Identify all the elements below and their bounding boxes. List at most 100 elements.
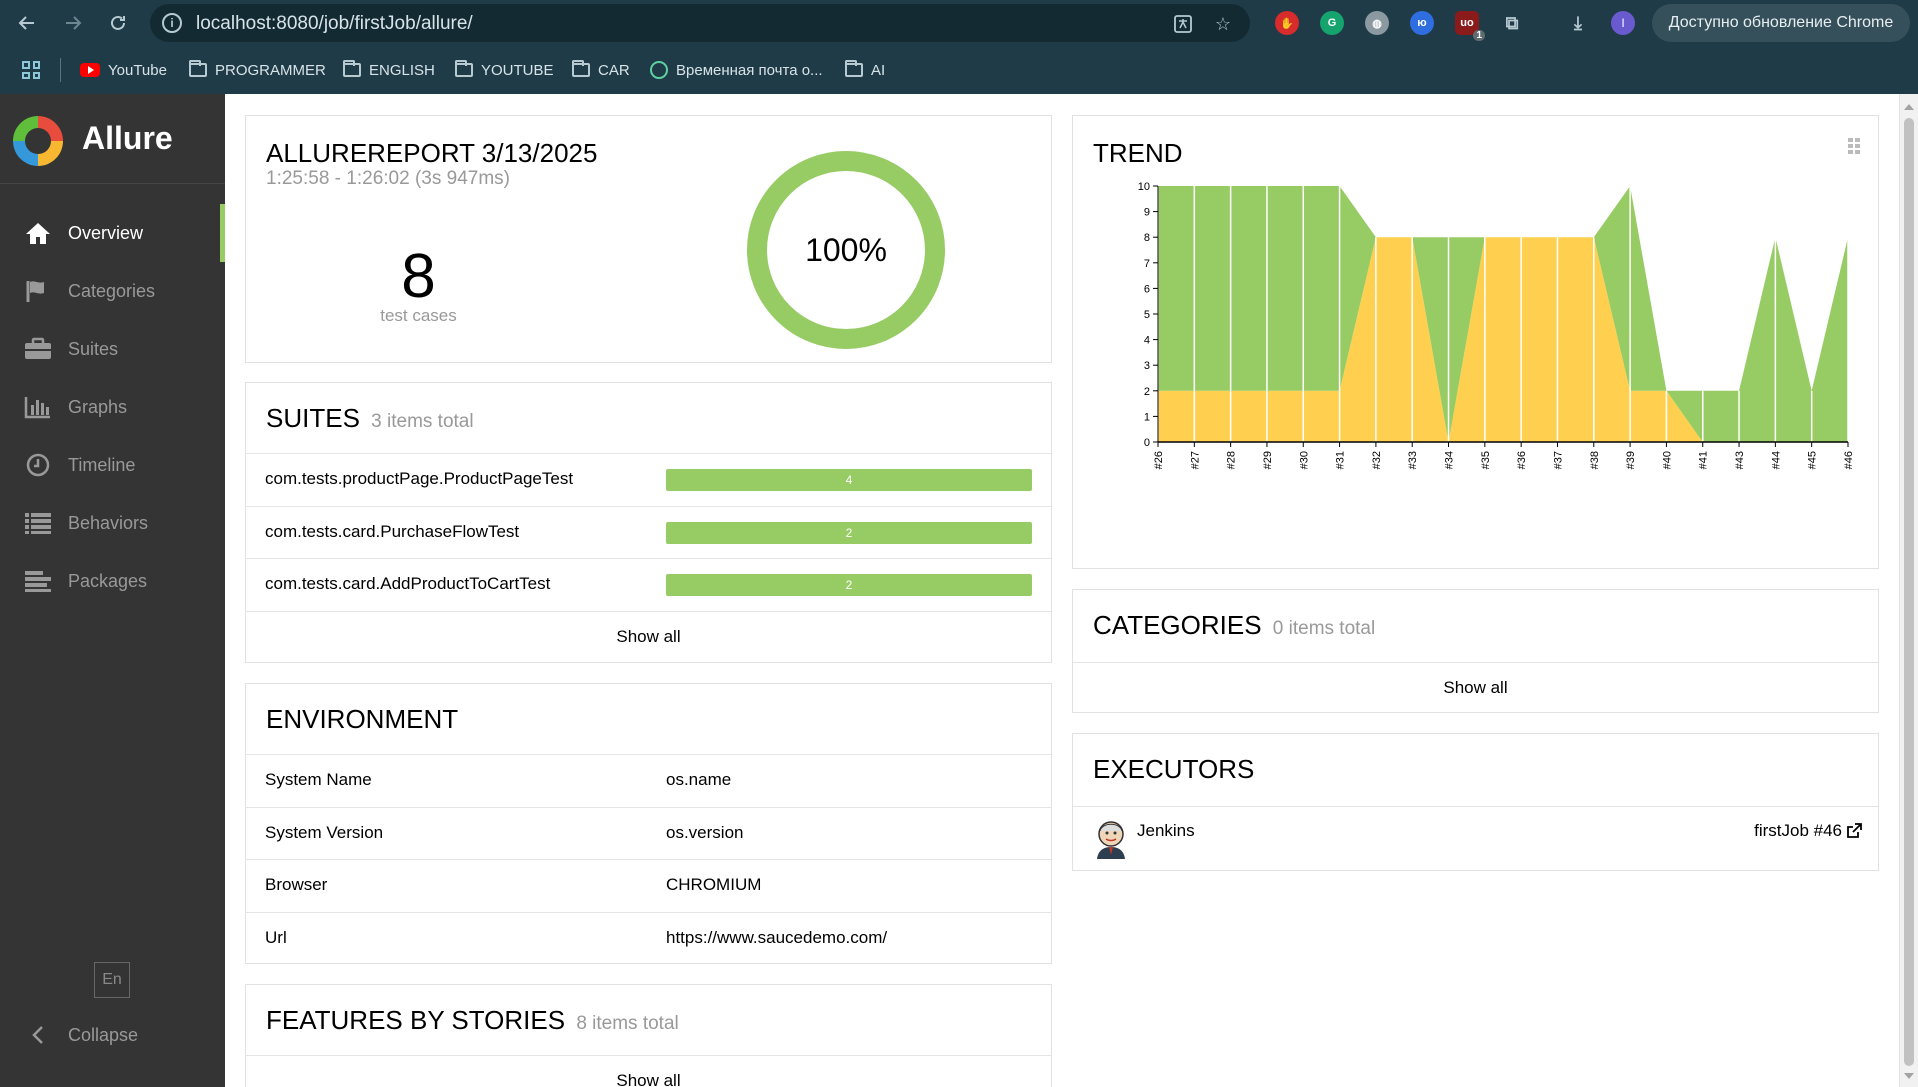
- trend-y-tick-label: 8: [1144, 232, 1150, 244]
- trend-widget: TREND 0 1 2 3 4 5 6 7 8 9 10 #26 #27 #28 #29 #30 #31 #32 #…: [1072, 115, 1879, 569]
- sidebar: Allure Overview Categories Suites Graphs…: [0, 94, 225, 1087]
- trend-title: TREND: [1093, 138, 1183, 168]
- extensions-puzzle-icon[interactable]: ⧉: [1500, 11, 1524, 35]
- globe-icon[interactable]: ◍: [1365, 11, 1389, 35]
- drag-handle-icon[interactable]: [1848, 138, 1860, 154]
- jenkins-avatar-icon: [1097, 821, 1125, 859]
- forward-arrow-icon: [66, 16, 82, 30]
- trend-x-tick-label: #28: [1226, 451, 1238, 469]
- trend-x-tick-label: #34: [1444, 451, 1456, 469]
- suite-status-bar: 2: [666, 522, 1032, 544]
- categories-count: 0 items total: [1272, 618, 1376, 639]
- flag-icon: [24, 278, 52, 304]
- profile-avatar[interactable]: I: [1611, 11, 1635, 35]
- sidebar-item-categories[interactable]: Categories: [0, 262, 225, 320]
- trend-y-tick-label: 10: [1138, 181, 1150, 193]
- trend-x-tick-label: #30: [1298, 451, 1310, 469]
- suites-show-all-button[interactable]: Show all: [246, 627, 1051, 647]
- page-scrollbar[interactable]: [1899, 94, 1918, 1087]
- sidebar-item-packages[interactable]: Packages: [0, 552, 225, 610]
- trend-y-tick-label: 2: [1144, 386, 1150, 398]
- suite-status-bar: 4: [666, 469, 1032, 491]
- environment-value: os.version: [666, 823, 744, 842]
- external-link-icon[interactable]: [1846, 823, 1862, 839]
- extension-blue-icon[interactable]: ю: [1410, 11, 1434, 35]
- test-case-label: test cases: [380, 306, 457, 325]
- categories-show-all-row: Show all: [1073, 662, 1878, 713]
- temp-mail-icon: [650, 61, 668, 79]
- bookmark-folder-youtube[interactable]: YOUTUBE: [455, 59, 554, 81]
- trend-y-tick-label: 1: [1144, 411, 1150, 423]
- chrome-update-button[interactable]: Доступно обновление Chrome: [1652, 4, 1910, 42]
- extension-red-hand-icon[interactable]: ✋: [1275, 11, 1299, 35]
- report-title: ALLUREREPORT 3/13/2025: [266, 138, 598, 168]
- suite-row[interactable]: com.tests.productPage.ProductPageTest 4: [246, 453, 1051, 506]
- suites-title: SUITES 3 items total: [266, 403, 474, 434]
- environment-key: System Version: [265, 823, 384, 842]
- ublock-icon[interactable]: uo 1: [1455, 11, 1485, 41]
- bookmark-youtube[interactable]: YouTube: [80, 59, 167, 81]
- align-left-icon: [24, 568, 52, 594]
- executor-build-link[interactable]: firstJob #46: [1754, 821, 1842, 841]
- sidebar-item-behaviors[interactable]: Behaviors: [0, 494, 225, 552]
- categories-show-all-button[interactable]: Show all: [1073, 678, 1878, 698]
- sidebar-item-timeline[interactable]: Timeline: [0, 436, 225, 494]
- trend-y-tick-label: 4: [1144, 335, 1150, 347]
- features-show-all-button[interactable]: Show all: [246, 1071, 1051, 1087]
- folder-icon: [455, 60, 473, 77]
- address-bar[interactable]: i localhost:8080/job/firstJob/allure/ ☆: [150, 4, 1250, 42]
- folder-icon: [189, 60, 207, 77]
- suite-row[interactable]: com.tests.card.AddProductToCartTest 2: [246, 558, 1051, 611]
- executor-name: Jenkins: [1137, 821, 1195, 840]
- scroll-up-arrow-icon[interactable]: [1904, 104, 1914, 110]
- sidebar-item-overview[interactable]: Overview: [0, 204, 225, 262]
- environment-key: Browser: [265, 875, 328, 894]
- report-time-range: 1:25:58 - 1:26:02 (3s 947ms): [266, 168, 510, 189]
- executor-row[interactable]: Jenkins firstJob #46: [1073, 806, 1878, 871]
- bookmark-folder-ai[interactable]: AI: [845, 59, 885, 81]
- collapse-button[interactable]: Collapse: [0, 1015, 225, 1055]
- features-title: FEATURES BY STORIES 8 items total: [266, 1005, 679, 1036]
- trend-x-tick-label: #44: [1770, 451, 1782, 469]
- folder-icon: [343, 60, 361, 77]
- apps-button[interactable]: [22, 59, 40, 81]
- suite-row[interactable]: com.tests.card.PurchaseFlowTest 2: [246, 506, 1051, 558]
- features-count: 8 items total: [576, 1013, 679, 1034]
- sidebar-item-graphs[interactable]: Graphs: [0, 378, 225, 436]
- back-arrow-icon: [18, 16, 34, 30]
- home-icon: [24, 220, 52, 246]
- sidebar-item-suites[interactable]: Suites: [0, 320, 225, 378]
- back-button[interactable]: [12, 8, 42, 38]
- address-url[interactable]: localhost:8080/job/firstJob/allure/: [196, 13, 473, 35]
- scroll-down-arrow-icon[interactable]: [1904, 1073, 1914, 1079]
- brand[interactable]: Allure: [0, 94, 225, 184]
- bookmark-star-icon[interactable]: ☆: [1212, 13, 1234, 35]
- bookmark-folder-car[interactable]: CAR: [572, 59, 630, 81]
- environment-row: System Version os.version: [246, 807, 1051, 859]
- reload-icon: [111, 15, 125, 30]
- trend-x-tick-label: #27: [1189, 451, 1201, 469]
- site-info-icon[interactable]: i: [162, 13, 182, 33]
- download-icon[interactable]: ⤓: [1566, 11, 1590, 35]
- trend-x-tick-label: #39: [1625, 451, 1637, 469]
- forward-button[interactable]: [58, 8, 88, 38]
- trend-y-tick-label: 9: [1144, 207, 1150, 219]
- trend-x-tick-label: #37: [1552, 451, 1564, 469]
- bookmark-folder-english[interactable]: ENGLISH: [343, 59, 435, 81]
- trend-y-tick-label: 6: [1144, 283, 1150, 295]
- bookmarks-separator: [60, 58, 61, 82]
- environment-row: System Name os.name: [246, 754, 1051, 807]
- bookmark-folder-programmer[interactable]: PROGRAMMER: [189, 59, 326, 81]
- environment-value: CHROMIUM: [666, 875, 762, 894]
- grammarly-icon[interactable]: G: [1320, 11, 1344, 35]
- trend-y-tick-label: 5: [1144, 309, 1150, 321]
- translate-icon[interactable]: [1172, 13, 1194, 35]
- bookmark-temp-mail[interactable]: Временная почта о...: [650, 59, 823, 81]
- environment-value[interactable]: https://www.saucedemo.com/: [666, 928, 887, 948]
- language-button[interactable]: En: [94, 962, 130, 998]
- environment-title: ENVIRONMENT: [266, 704, 459, 734]
- reload-button[interactable]: [103, 8, 133, 38]
- trend-x-tick-label: #26: [1153, 451, 1165, 469]
- scroll-thumb[interactable]: [1904, 118, 1914, 1066]
- features-show-all-row: Show all: [246, 1055, 1051, 1087]
